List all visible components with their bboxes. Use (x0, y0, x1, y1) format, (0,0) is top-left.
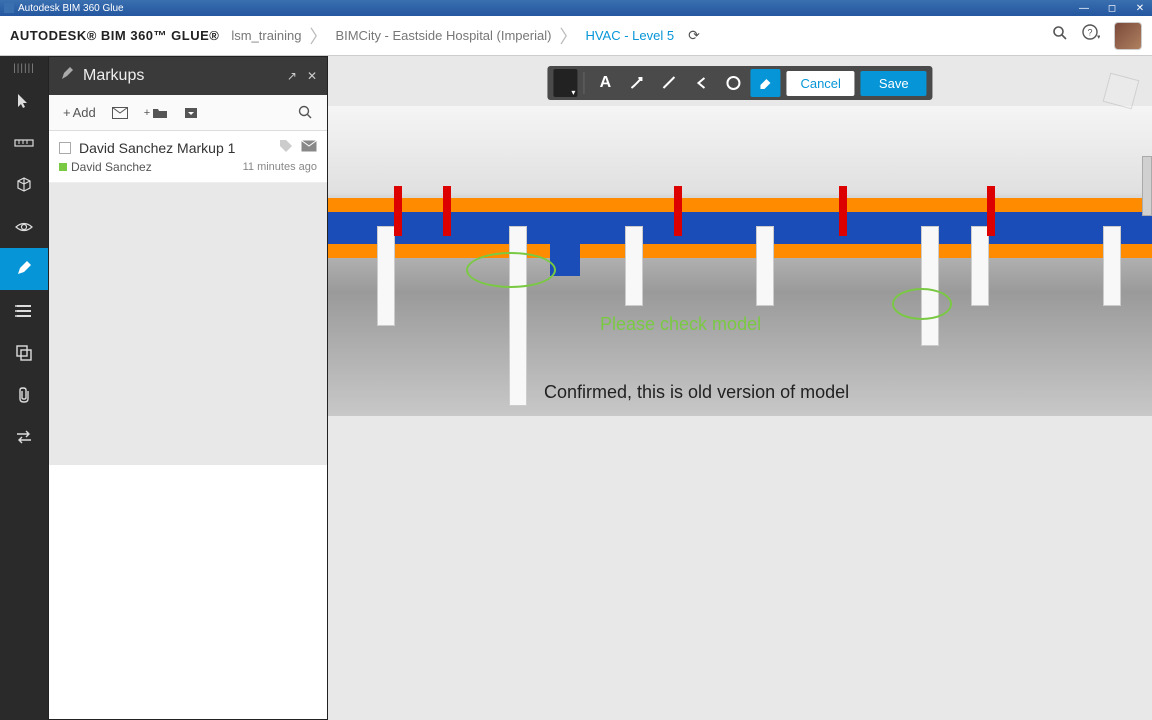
add-folder-button[interactable]: + (138, 103, 174, 123)
panel-title: Markups (83, 67, 144, 85)
markup-list-item[interactable]: David Sanchez Markup 1 David Sanchez 11 … (49, 131, 327, 183)
panel-close-icon[interactable]: ✕ (307, 69, 317, 83)
window-title: Autodesk BIM 360 Glue (18, 3, 124, 14)
markup-text-green: Please check model (600, 314, 761, 335)
viewcube[interactable] (1106, 76, 1146, 116)
model-render (328, 106, 1152, 416)
markup-author: David Sanchez (59, 160, 152, 174)
arrow-tool[interactable] (622, 69, 652, 97)
measure-tool[interactable] (0, 122, 48, 164)
svg-text:▾: ▾ (1097, 34, 1100, 41)
markups-panel: Markups ↗ ✕ + Add + (48, 56, 328, 720)
markup-text-black: Confirmed, this is old version of model (544, 382, 849, 403)
chevron-right-icon: 〉 (559, 23, 577, 49)
status-dot-icon (59, 163, 67, 171)
model-viewport[interactable]: Please check model Confirmed, this is ol… (328, 56, 1152, 720)
back-tool[interactable] (686, 69, 716, 97)
feather-icon (59, 66, 75, 87)
oval-tool[interactable] (718, 69, 748, 97)
save-button[interactable]: Save (861, 71, 927, 96)
markups-tool[interactable] (0, 248, 48, 290)
help-icon[interactable]: ?▾ (1082, 24, 1100, 47)
attachments-tool[interactable] (0, 374, 48, 416)
breadcrumb-item-project[interactable]: lsm_training (227, 28, 305, 43)
cursor-tool[interactable] (0, 80, 48, 122)
swap-tool[interactable] (0, 416, 48, 458)
cancel-button[interactable]: Cancel (786, 71, 854, 96)
filter-dropdown[interactable] (178, 103, 204, 123)
breadcrumb-item-model[interactable]: BIMCity - Eastside Hospital (Imperial) (331, 28, 555, 43)
chevron-right-icon: 〉 (309, 23, 327, 49)
views-tool[interactable] (0, 206, 48, 248)
line-tool[interactable] (654, 69, 684, 97)
refresh-icon[interactable]: ⟳ (688, 27, 700, 44)
text-tool[interactable]: A (590, 69, 620, 97)
panel-body (49, 183, 327, 465)
plus-icon: + (63, 105, 71, 120)
eraser-tool[interactable] (750, 69, 780, 97)
markup-toolbar: A Cancel Save (547, 66, 932, 100)
markup-oval (466, 252, 556, 288)
list-tool[interactable] (0, 290, 48, 332)
app-logo: AUTODESK® BIM 360™ GLUE® (10, 28, 219, 43)
plus-icon: + (144, 107, 150, 119)
search-icon[interactable] (1052, 25, 1068, 46)
add-markup-button[interactable]: + Add (57, 101, 102, 124)
minimize-button[interactable]: — (1076, 3, 1092, 14)
maximize-button[interactable]: ◻ (1104, 3, 1120, 14)
window-titlebar: Autodesk BIM 360 Glue — ◻ ✕ (0, 0, 1152, 16)
close-button[interactable]: ✕ (1132, 3, 1148, 14)
user-avatar[interactable] (1114, 22, 1142, 50)
mail-button[interactable] (106, 103, 134, 123)
models-tool[interactable] (0, 164, 48, 206)
breadcrumb-item-view[interactable]: HVAC - Level 5 (581, 28, 678, 43)
mail-icon[interactable] (301, 140, 317, 155)
panel-header: Markups ↗ ✕ (49, 57, 327, 95)
svg-text:?: ? (1087, 28, 1092, 38)
left-toolbar: |||||| (0, 56, 48, 720)
header-bar: AUTODESK® BIM 360™ GLUE® lsm_training 〉 … (0, 16, 1152, 56)
panel-search-icon[interactable] (292, 101, 319, 124)
markup-timestamp: 11 minutes ago (243, 161, 317, 173)
breadcrumb: lsm_training 〉 BIMCity - Eastside Hospit… (227, 23, 699, 49)
markup-oval (892, 288, 952, 320)
right-nav-strip[interactable] (1142, 156, 1152, 216)
panel-toolbar: + Add + (49, 95, 327, 131)
markup-name: David Sanchez Markup 1 (79, 140, 271, 156)
clash-tool[interactable] (0, 332, 48, 374)
app-icon (4, 3, 14, 13)
toolbar-grip-icon: |||||| (0, 56, 48, 80)
viewcube-icon (1103, 73, 1140, 110)
color-picker-button[interactable] (553, 69, 577, 97)
tag-icon[interactable] (279, 139, 293, 156)
panel-popout-icon[interactable]: ↗ (287, 69, 297, 83)
markup-checkbox[interactable] (59, 142, 71, 154)
